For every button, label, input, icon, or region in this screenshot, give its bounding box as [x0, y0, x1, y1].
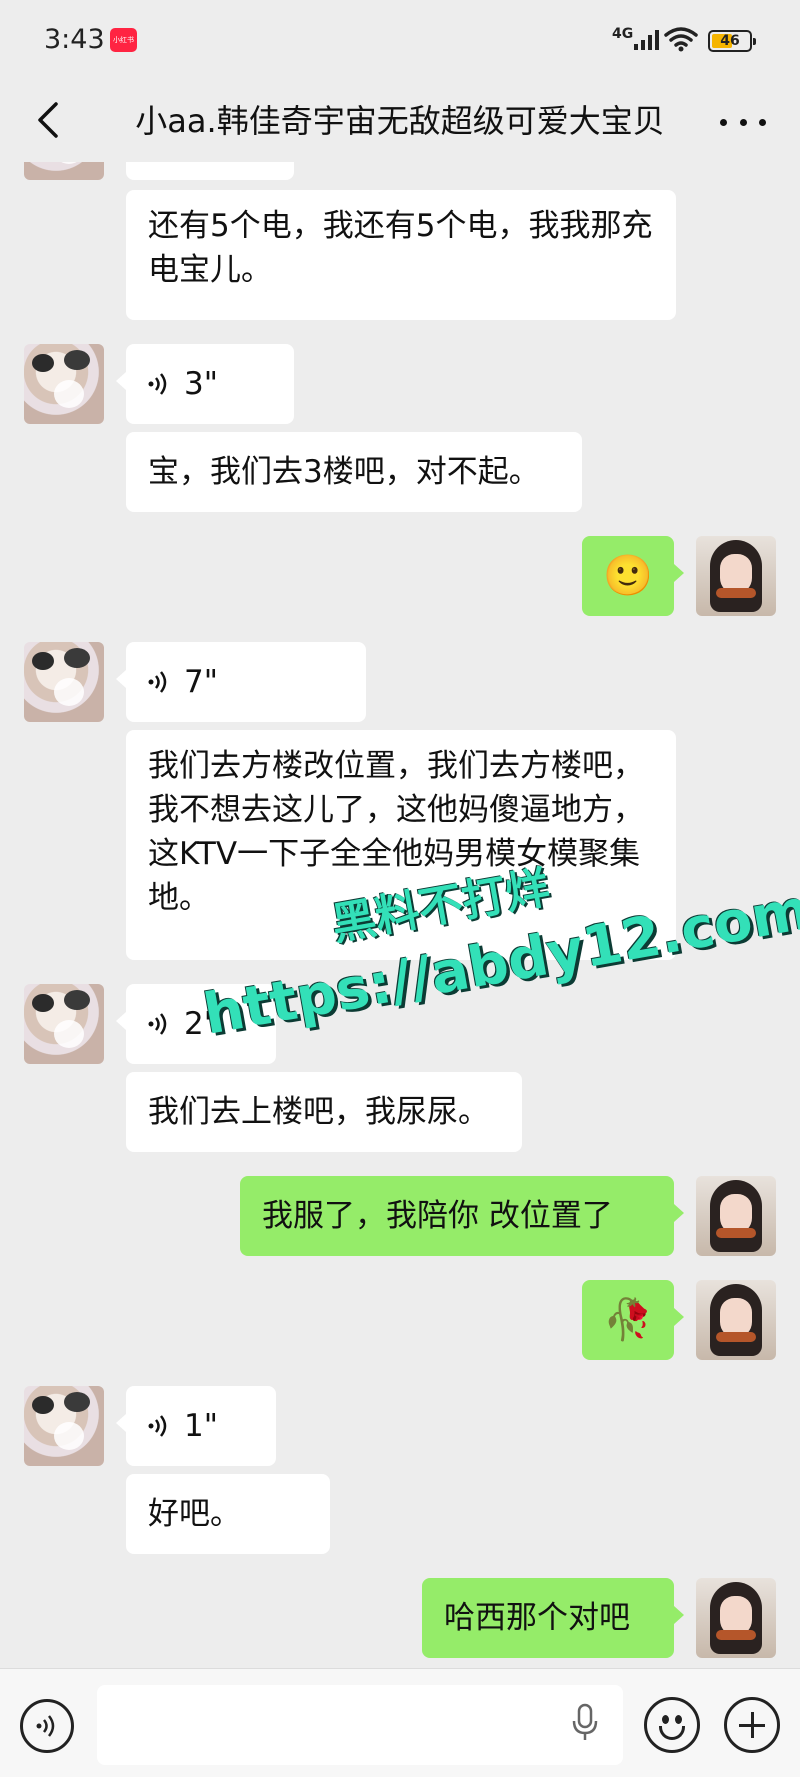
voice-duration: 3"	[184, 366, 218, 402]
voice-toggle-icon[interactable]	[20, 1699, 74, 1753]
message-bubble-self[interactable]: 我服了，我陪你 改位置了	[240, 1176, 684, 1256]
avatar[interactable]	[24, 344, 104, 424]
voice-wave-icon	[148, 671, 167, 693]
avatar[interactable]	[24, 162, 104, 180]
voice-wave-icon	[148, 1013, 167, 1035]
emoji-message[interactable]: 🥀	[582, 1280, 684, 1360]
voice-message[interactable]: 7"	[116, 642, 366, 722]
avatar-self[interactable]	[696, 536, 776, 616]
wilted-rose-emoji-icon: 🥀	[603, 1297, 653, 1343]
microphone-icon[interactable]	[570, 1703, 600, 1743]
emoji-message[interactable]: 🙂	[582, 536, 684, 616]
battery-level: 46	[720, 33, 740, 49]
message-bubble[interactable]: 还有5个电，我还有5个电，我我那充电宝儿。	[126, 190, 676, 320]
voice-wave-icon	[148, 373, 167, 395]
input-bar	[0, 1668, 800, 1777]
voice-message[interactable]: 1"	[116, 1386, 276, 1466]
emoji-icon[interactable]	[644, 1697, 700, 1753]
signal-icon	[634, 28, 659, 50]
avatar[interactable]	[24, 984, 104, 1064]
wifi-icon	[664, 27, 698, 52]
voice-duration: 7"	[184, 664, 218, 700]
chevron-left-icon[interactable]	[30, 100, 70, 140]
avatar-self[interactable]	[696, 1578, 776, 1658]
avatar[interactable]	[24, 1386, 104, 1466]
message-text: 宝，我们去3楼吧，对不起。	[148, 454, 540, 490]
voice-duration: 1"	[184, 1408, 218, 1444]
avatar-self[interactable]	[696, 1176, 776, 1256]
message-text: 我服了，我陪你 改位置了	[262, 1198, 613, 1234]
message-text: 哈西那个对吧	[444, 1600, 630, 1636]
voice-wave-icon	[148, 1415, 167, 1437]
network-type: 4G	[612, 26, 634, 42]
app-badge-icon: 小红书	[110, 28, 137, 52]
avatar-self[interactable]	[696, 1280, 776, 1360]
chat-title: 小aa.韩佳奇宇宙无敌超级可爱大宝贝	[135, 102, 665, 140]
avatar[interactable]	[24, 642, 104, 722]
status-bar: 3:43 小红书 4G 46	[0, 0, 800, 80]
more-icon[interactable]	[720, 102, 766, 142]
voice-message[interactable]: 3"	[116, 344, 294, 424]
smile-emoji-icon: 🙂	[603, 553, 653, 599]
message-bubble-partial	[126, 162, 294, 180]
message-bubble[interactable]: 我们去上楼吧，我尿尿。	[126, 1072, 522, 1152]
message-input[interactable]	[97, 1685, 623, 1765]
message-bubble-self[interactable]: 哈西那个对吧	[422, 1578, 684, 1658]
plus-icon[interactable]	[724, 1697, 780, 1753]
message-bubble[interactable]: 宝，我们去3楼吧，对不起。	[126, 432, 582, 512]
message-text: 我们去上楼吧，我尿尿。	[148, 1094, 489, 1130]
status-time: 3:43	[44, 24, 105, 55]
battery-icon: 46	[708, 30, 756, 52]
chat-header: 小aa.韩佳奇宇宙无敌超级可爱大宝贝	[0, 80, 800, 162]
message-text: 还有5个电，我还有5个电，我我那充电宝儿。	[148, 208, 653, 288]
message-bubble[interactable]: 好吧。	[126, 1474, 330, 1554]
message-text: 好吧。	[148, 1496, 241, 1532]
